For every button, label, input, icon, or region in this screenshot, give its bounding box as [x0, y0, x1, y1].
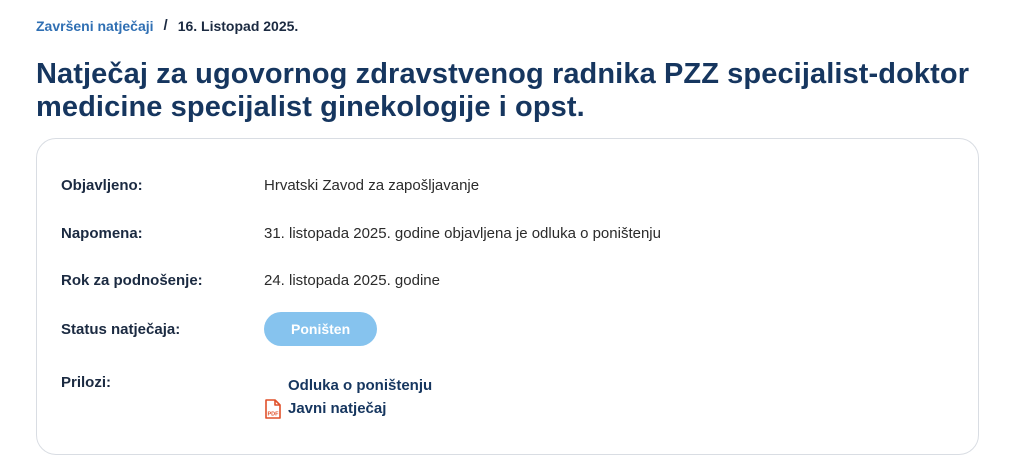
attachments-row: Prilozi: Odluka o poništenju PDF Javni n…	[61, 374, 432, 420]
svg-text:PDF: PDF	[268, 411, 280, 417]
status-badge: Poništen	[264, 312, 378, 346]
attachment-link-decision[interactable]: Odluka o poništenju	[288, 377, 432, 394]
breadcrumb-link-completed-tenders[interactable]: Završeni natječaji	[36, 18, 154, 34]
tender-details-card: Objavljeno: Hrvatski Zavod za zapošljava…	[36, 138, 979, 455]
attachment-item[interactable]: Odluka o poništenju	[264, 374, 432, 397]
breadcrumb-separator: /	[163, 17, 168, 34]
note-value: 31. listopada 2025. godine objavljena je…	[264, 225, 661, 242]
published-label: Objavljeno:	[61, 177, 143, 194]
page: Završeni natječaji / 16. Listopad 2025. …	[0, 0, 1024, 476]
deadline-row: Rok za podnošenje: 24. listopada 2025. g…	[61, 272, 440, 289]
published-value: Hrvatski Zavod za zapošljavanje	[264, 177, 480, 194]
status-label: Status natječaja:	[61, 321, 181, 338]
attachment-item[interactable]: PDF Javni natječaj	[264, 397, 432, 420]
status-row: Status natječaja: Poništen	[61, 312, 378, 346]
attachment-link-public-tender[interactable]: Javni natječaj	[288, 400, 386, 417]
deadline-label: Rok za podnošenje:	[61, 272, 203, 289]
note-label: Napomena:	[61, 225, 143, 242]
attachments-label: Prilozi:	[61, 374, 112, 391]
attachment-icon-placeholder	[264, 376, 288, 396]
published-row: Objavljeno: Hrvatski Zavod za zapošljava…	[61, 177, 479, 194]
deadline-value: 24. listopada 2025. godine	[264, 272, 440, 289]
page-title: Natječaj za ugovornog zdravstvenog radni…	[36, 58, 970, 123]
attachments-list: Odluka o poništenju PDF Javni natječaj	[264, 374, 432, 420]
breadcrumb-current: 16. Listopad 2025.	[177, 17, 299, 34]
pdf-icon: PDF	[264, 398, 288, 419]
breadcrumb: Završeni natječaji / 16. Listopad 2025.	[36, 17, 298, 34]
note-row: Napomena: 31. listopada 2025. godine obj…	[61, 225, 661, 242]
